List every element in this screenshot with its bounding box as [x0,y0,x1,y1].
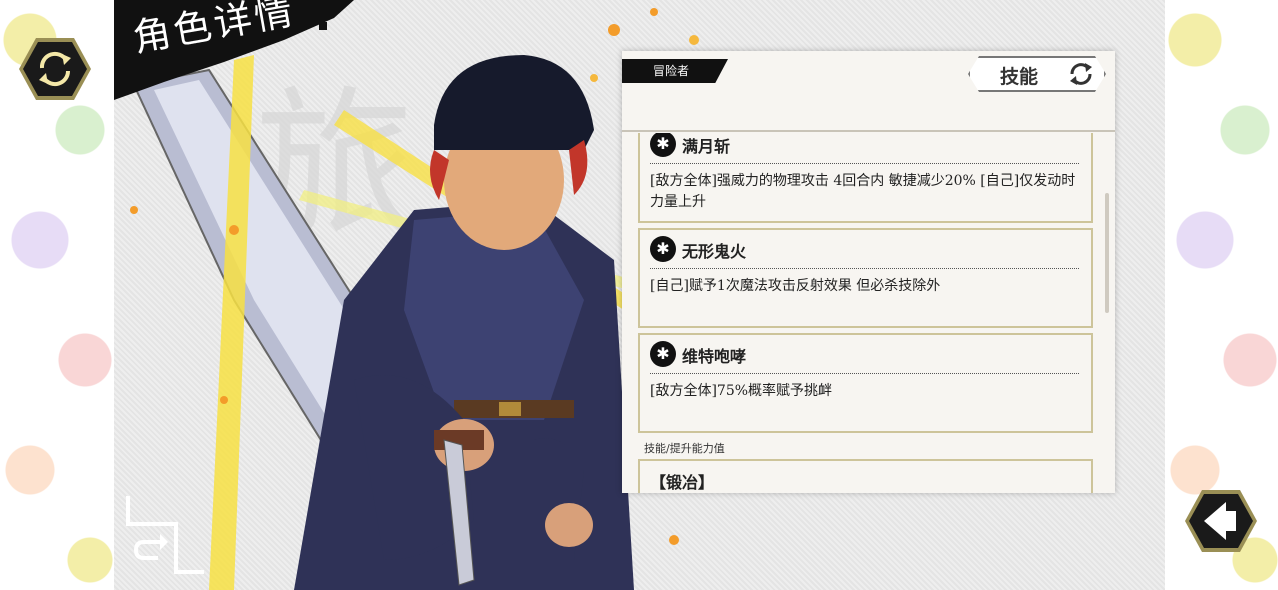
return-icon[interactable] [124,496,208,578]
back-arrow-icon [1185,490,1257,552]
divider [650,268,1079,269]
tab-skill-label: 技能 [1000,66,1039,88]
header-divider [622,130,1115,132]
skill-name: 维特咆哮 [682,347,747,366]
skill-description: [自己]赋予1次魔法攻击反射效果 但必杀技除外 [650,278,941,294]
skill-card: ✱ 无形鬼火 [自己]赋予1次魔法攻击反射效果 但必杀技除外 [638,228,1093,328]
asterisk-icon: ✱ [650,236,676,262]
role-tag: 冒险者 [622,59,728,83]
skill-description: [敌方全体]强威力的物理攻击 4回合内 敏捷减少20% [自己]仅发动时力量上升 [650,173,1076,210]
refresh-icon[interactable] [1066,60,1096,88]
scrollbar[interactable] [1105,193,1109,313]
swap-view-button[interactable] [18,36,92,102]
divider [650,373,1079,374]
skill-name: 满月斩 [682,137,731,156]
asterisk-icon: ✱ [650,133,676,157]
skill-detail-card: 冒险者 技能 ✱ 满月斩 [敌方全体]强威力的物理攻击 4回合内 敏捷减少20%… [622,51,1115,493]
skill-card: ✱ 满月斩 [敌方全体]强威力的物理攻击 4回合内 敏捷减少20% [自己]仅发… [638,133,1093,223]
asterisk-icon: ✱ [650,341,676,367]
ability-card: 【锻冶】 [638,459,1093,493]
divider [650,163,1079,164]
skill-description: [敌方全体]75%概率赋予挑衅 [650,383,833,399]
section-label: 技能/提升能力值 [644,442,725,455]
skill-name: 无形鬼火 [682,242,747,261]
skill-card: ✱ 维特咆哮 [敌方全体]75%概率赋予挑衅 [638,333,1093,433]
back-button[interactable] [1184,488,1258,554]
ability-name: 【锻冶】 [650,473,715,492]
skill-list[interactable]: ✱ 满月斩 [敌方全体]强威力的物理攻击 4回合内 敏捷减少20% [自己]仅发… [630,133,1108,493]
refresh-icon [19,38,91,100]
